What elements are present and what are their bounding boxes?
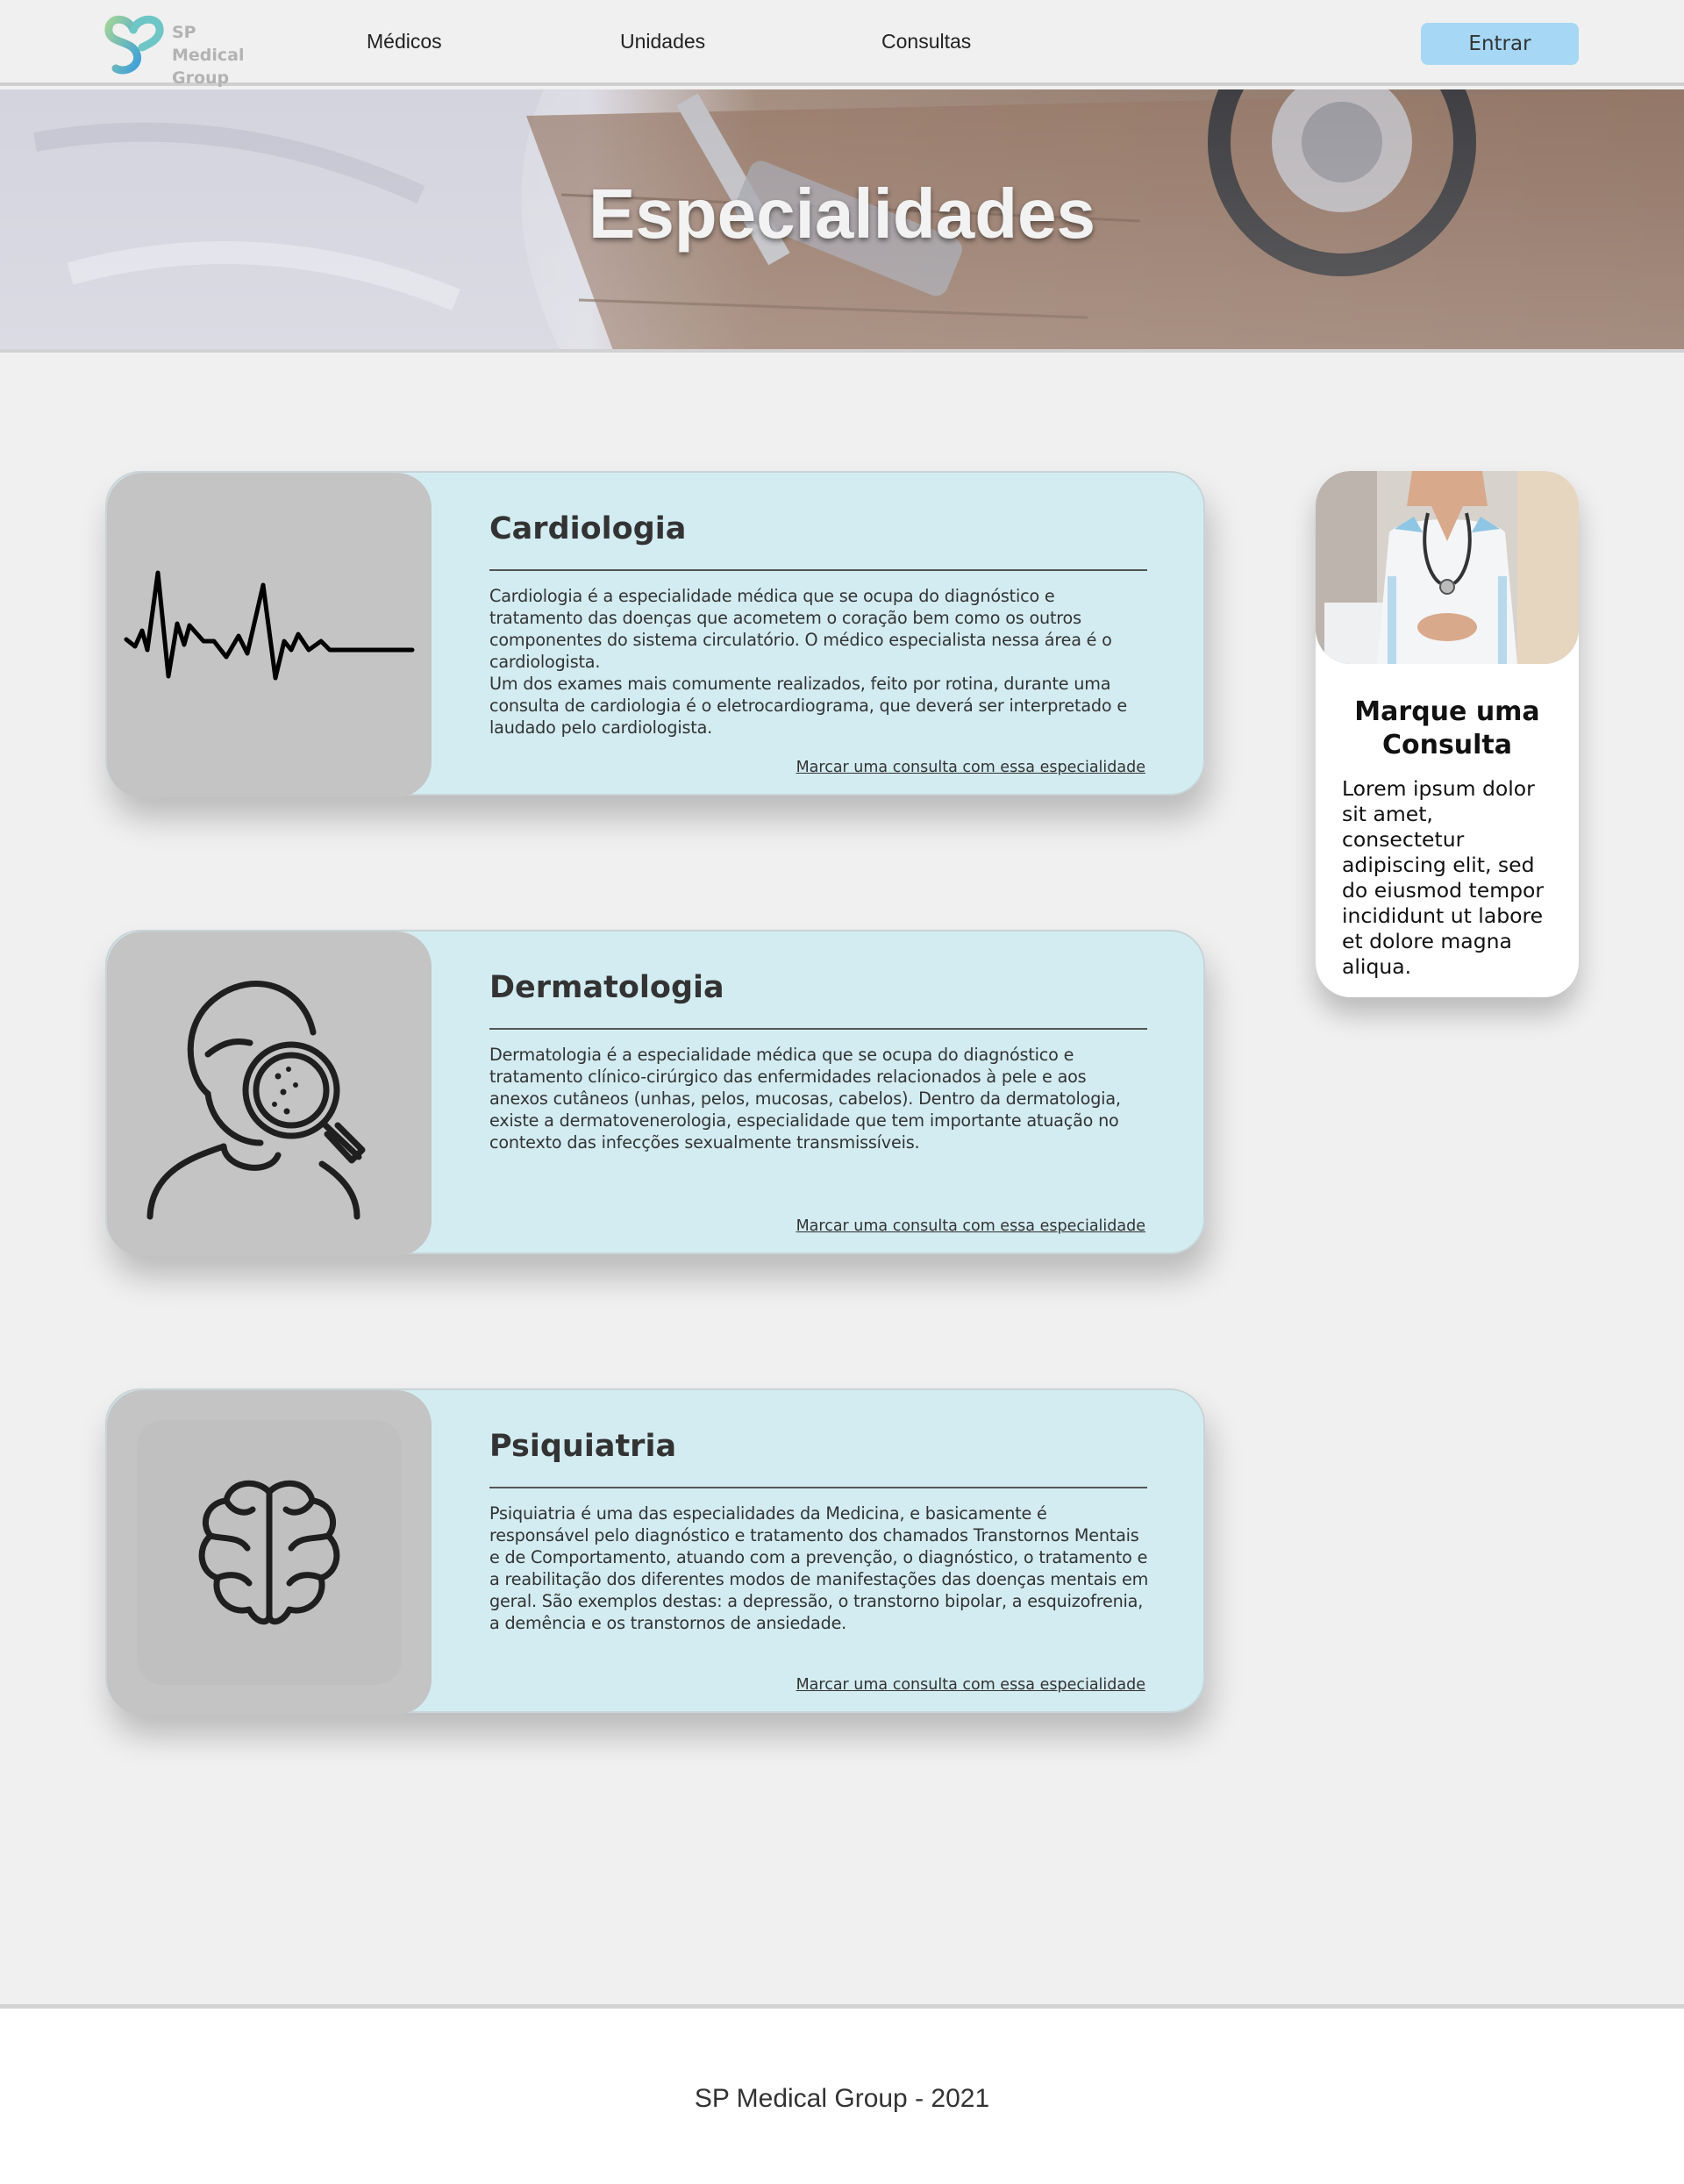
login-button[interactable]: Entrar	[1421, 23, 1579, 65]
logo[interactable]: SP Medical Group	[103, 11, 270, 88]
specialty-title: Cardiologia	[489, 511, 687, 546]
icon-box	[107, 473, 432, 797]
heartbeat-icon	[124, 570, 415, 681]
specialty-description: Cardiologia é a especialidade médica que…	[489, 586, 1127, 738]
specialty-description: Psiquiatria é uma das especialidades da …	[489, 1503, 1149, 1633]
book-appointment-link[interactable]: Marcar uma consulta com essa especialida…	[796, 1676, 1145, 1694]
doctor-photo	[1316, 471, 1579, 664]
specialty-description: Dermatologia é a especialidade médica qu…	[489, 1045, 1121, 1153]
site-footer: SP Medical Group - 2021	[0, 2004, 1684, 2184]
doctor-image	[1316, 471, 1579, 664]
side-card-title: Marque uma Consulta	[1354, 696, 1540, 760]
heart-logo-icon	[104, 15, 164, 75]
icon-box	[107, 1390, 432, 1715]
nav-medicos[interactable]: Médicos	[367, 30, 442, 54]
book-appointment-card[interactable]: Marque uma Consulta Lorem ipsum dolor si…	[1316, 471, 1579, 997]
footer-copyright: SP Medical Group - 2021	[694, 2084, 990, 2113]
divider	[489, 1487, 1147, 1488]
skin-examination-icon	[146, 981, 366, 1220]
nav-consultas[interactable]: Consultas	[881, 30, 971, 54]
specialty-title: Dermatologia	[489, 970, 724, 1005]
specialty-card-psiquiatria: Psiquiatria Psiquiatria é uma das especi…	[105, 1388, 1205, 1715]
nav-unidades[interactable]: Unidades	[620, 30, 705, 54]
specialty-title: Psiquiatria	[489, 1429, 677, 1464]
divider	[489, 1028, 1147, 1030]
hero-banner: Especialidades	[0, 89, 1684, 353]
icon-box	[107, 931, 432, 1256]
specialty-card-cardiologia: Cardiologia Cardiologia é a especialidad…	[105, 471, 1205, 797]
page-title: Especialidades	[588, 175, 1096, 253]
logo-text: SP Medical Group	[172, 23, 245, 88]
specialty-card-dermatologia: Dermatologia Dermatologia é a especialid…	[105, 930, 1205, 1256]
side-card-text: Lorem ipsum dolor sit amet, consectetur …	[1342, 776, 1545, 979]
divider	[489, 569, 1147, 571]
book-appointment-link[interactable]: Marcar uma consulta com essa especialida…	[796, 759, 1145, 776]
site-header: SP Medical Group Médicos Unidades Consul…	[0, 0, 1684, 88]
book-appointment-link[interactable]: Marcar uma consulta com essa especialida…	[796, 1217, 1145, 1235]
brain-icon	[198, 1480, 340, 1625]
